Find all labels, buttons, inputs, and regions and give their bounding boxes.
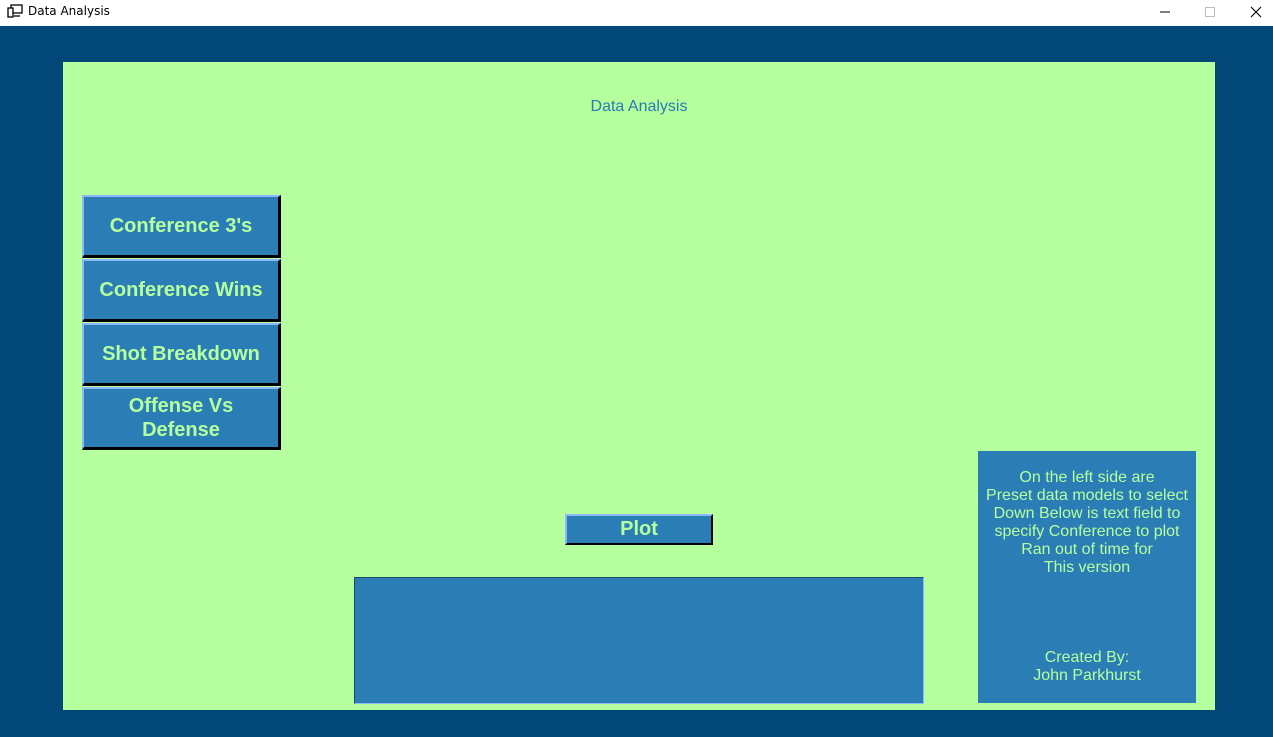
- info-line: Ran out of time for: [1021, 541, 1153, 558]
- offense-vs-defense-label-line1: Offense Vs: [128, 395, 234, 417]
- main-panel: Data Analysis Conference 3's Conference …: [63, 62, 1215, 710]
- shot-breakdown-button[interactable]: Shot Breakdown: [82, 323, 281, 386]
- credit-name: John Parkhurst: [1033, 667, 1141, 684]
- info-line: specify Conference to plot: [994, 523, 1180, 540]
- maximize-icon: [1205, 7, 1215, 17]
- conference-3s-button[interactable]: Conference 3's: [82, 195, 281, 258]
- minimize-button[interactable]: [1142, 0, 1188, 24]
- page-title: Data Analysis: [590, 98, 688, 115]
- conference-input[interactable]: [354, 577, 924, 704]
- close-button[interactable]: [1233, 0, 1273, 24]
- info-line: Down Below is text field to: [993, 505, 1181, 522]
- offense-vs-defense-button[interactable]: Offense Vs Defense: [82, 387, 281, 450]
- close-icon: [1250, 6, 1262, 18]
- app-icon: [7, 4, 23, 18]
- conference-wins-button[interactable]: Conference Wins: [82, 259, 281, 322]
- offense-vs-defense-label-line2: Defense: [142, 419, 220, 441]
- credit-label: Created By:: [1044, 649, 1130, 666]
- minimize-icon: [1160, 11, 1170, 13]
- shot-breakdown-label: Shot Breakdown: [102, 343, 260, 365]
- plot-button[interactable]: Plot: [565, 514, 713, 545]
- info-line: On the left side are: [1019, 469, 1155, 486]
- info-line: This version: [1043, 559, 1131, 576]
- conference-3s-label: Conference 3's: [109, 215, 253, 237]
- plot-label: Plot: [620, 518, 658, 540]
- window-frame: Data Analysis Conference 3's Conference …: [0, 26, 1273, 737]
- info-box: On the left side are Preset data models …: [978, 451, 1196, 703]
- conference-wins-label: Conference Wins: [99, 279, 263, 301]
- window-title: Data Analysis: [28, 4, 110, 18]
- maximize-button[interactable]: [1187, 0, 1233, 24]
- info-line: Preset data models to select: [986, 487, 1188, 504]
- info-text: On the left side are Preset data models …: [978, 469, 1196, 577]
- credits: Created By: John Parkhurst: [978, 649, 1196, 685]
- title-bar: Data Analysis: [0, 0, 1273, 24]
